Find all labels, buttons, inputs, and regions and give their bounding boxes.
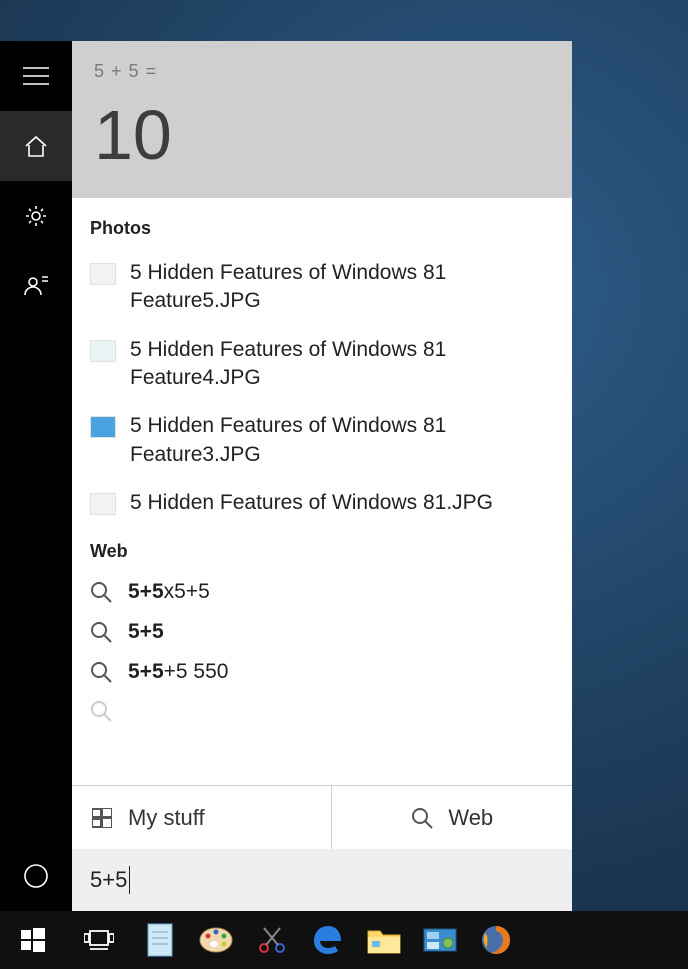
- taskbar: [0, 911, 688, 969]
- filter-web[interactable]: Web: [332, 786, 573, 849]
- menu-button[interactable]: [0, 41, 72, 111]
- filter-my-stuff[interactable]: My stuff: [72, 786, 332, 849]
- windows-icon: [90, 806, 114, 830]
- cortana-rail: [0, 41, 72, 911]
- start-button[interactable]: [0, 911, 66, 969]
- taskbar-app-paint[interactable]: [188, 911, 244, 969]
- feedback-button[interactable]: [0, 251, 72, 321]
- taskbar-app-firefox[interactable]: [468, 911, 524, 969]
- photo-result-label: 5 Hidden Features of Windows 81 Feature3…: [130, 412, 554, 469]
- search-icon: [90, 661, 112, 683]
- calc-expression: 5 + 5 =: [94, 61, 550, 82]
- settings-button[interactable]: [0, 181, 72, 251]
- photo-result[interactable]: 5 Hidden Features of Windows 81 Feature3…: [72, 402, 572, 479]
- results-list: Photos 5 Hidden Features of Windows 81 F…: [72, 198, 572, 785]
- section-header-photos: Photos: [72, 216, 572, 249]
- cortana-panel: 5 + 5 = 10 Photos 5 Hidden Features of W…: [0, 41, 572, 911]
- home-button[interactable]: [0, 111, 72, 181]
- calculator-answer-card: 5 + 5 = 10: [72, 41, 572, 198]
- desktop: 5 + 5 = 10 Photos 5 Hidden Features of W…: [0, 0, 688, 969]
- filter-web-label: Web: [448, 805, 493, 831]
- text-caret: [129, 866, 130, 894]
- web-suggestion[interactable]: [72, 692, 572, 730]
- search-icon: [90, 581, 112, 603]
- filter-row: My stuff Web: [72, 785, 572, 849]
- photo-result[interactable]: 5 Hidden Features of Windows 81.JPG: [72, 479, 572, 527]
- photo-result-label: 5 Hidden Features of Windows 81 Feature5…: [130, 259, 554, 316]
- calc-answer: 10: [94, 100, 550, 170]
- cortana-icon[interactable]: [0, 841, 72, 911]
- taskbar-app-file-explorer[interactable]: [356, 911, 412, 969]
- search-input-value: 5+5: [90, 867, 127, 893]
- search-icon: [90, 700, 112, 722]
- photo-result[interactable]: 5 Hidden Features of Windows 81 Feature4…: [72, 326, 572, 403]
- search-icon: [410, 806, 434, 830]
- taskbar-app-edge[interactable]: [300, 911, 356, 969]
- photo-thumb-icon: [90, 263, 116, 285]
- filter-my-stuff-label: My stuff: [128, 805, 205, 831]
- photo-result[interactable]: 5 Hidden Features of Windows 81 Feature5…: [72, 249, 572, 326]
- web-suggestion[interactable]: 5+5x5+5: [72, 572, 572, 612]
- photo-thumb-icon: [90, 493, 116, 515]
- web-suggestion-text: 5+5+5 550: [128, 660, 228, 684]
- search-input[interactable]: 5+5: [72, 849, 572, 911]
- taskview-button[interactable]: [66, 911, 132, 969]
- taskbar-app-notepad[interactable]: [132, 911, 188, 969]
- photo-thumb-icon: [90, 340, 116, 362]
- cortana-results: 5 + 5 = 10 Photos 5 Hidden Features of W…: [72, 41, 572, 911]
- section-header-web: Web: [72, 527, 572, 572]
- photo-result-label: 5 Hidden Features of Windows 81 Feature4…: [130, 336, 554, 393]
- web-suggestion-text: 5+5: [128, 620, 164, 644]
- photo-result-label: 5 Hidden Features of Windows 81.JPG: [130, 489, 554, 517]
- web-suggestion[interactable]: 5+5: [72, 612, 572, 652]
- taskbar-app-snipping-tool[interactable]: [244, 911, 300, 969]
- search-icon: [90, 621, 112, 643]
- web-suggestion-text: 5+5x5+5: [128, 580, 210, 604]
- photo-thumb-icon: [90, 416, 116, 438]
- taskbar-app-control-panel[interactable]: [412, 911, 468, 969]
- web-suggestion[interactable]: 5+5+5 550: [72, 652, 572, 692]
